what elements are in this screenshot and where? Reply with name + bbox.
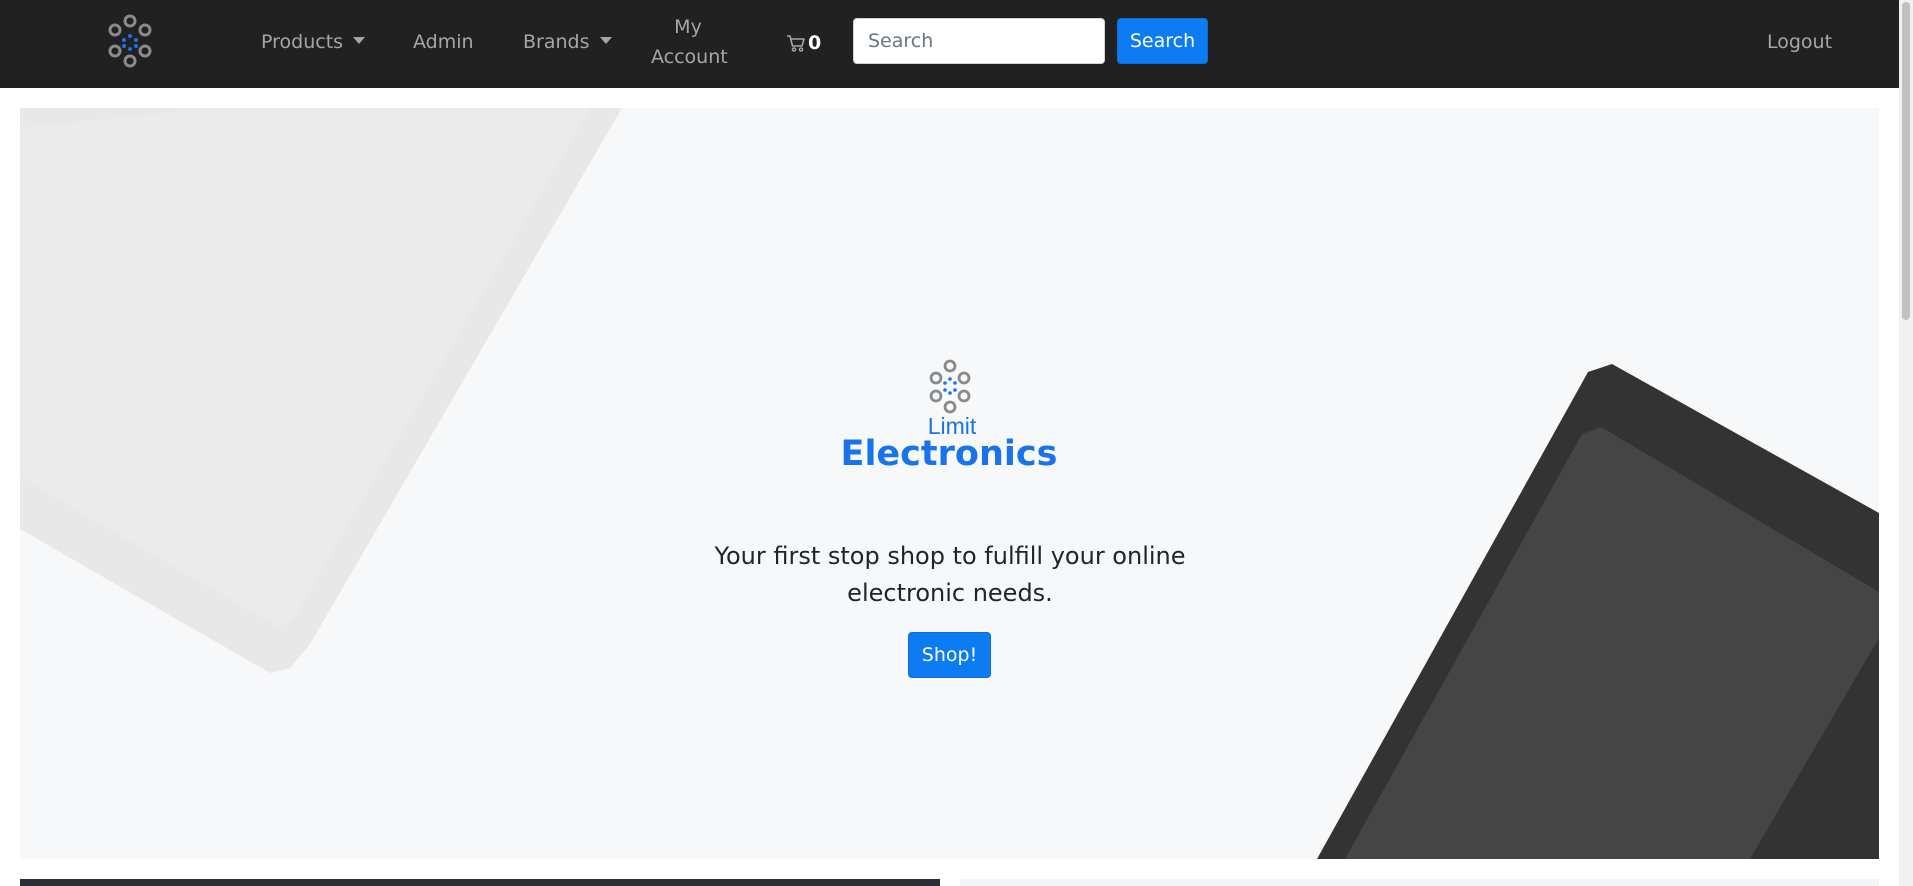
cart-icon — [787, 35, 805, 52]
scrollbar-thumb[interactable] — [1902, 2, 1910, 320]
search-input[interactable] — [853, 18, 1105, 64]
decorative-phone-dark — [1317, 364, 1879, 859]
hero-tagline: Your first stop shop to fulfill your onl… — [714, 542, 1186, 607]
nav-brands-dropdown[interactable]: Brands — [523, 27, 612, 57]
nav-brands-label: Brands — [523, 31, 590, 53]
cart-link[interactable]: 0 — [786, 28, 821, 58]
brand-logo-icon[interactable] — [99, 14, 161, 70]
nav-account-line1: My — [674, 16, 702, 38]
chevron-down-icon — [599, 37, 612, 44]
bottom-section-left — [20, 879, 940, 886]
nav-products-dropdown[interactable]: Products — [261, 27, 366, 57]
page-scrollbar[interactable] — [1899, 0, 1913, 886]
hero-banner: Limit Electronics Your first stop shop t… — [20, 108, 1879, 859]
search-button[interactable]: Search — [1117, 18, 1208, 64]
nav-admin-link[interactable]: Admin — [413, 27, 474, 57]
chevron-down-icon — [353, 37, 366, 44]
nav-products-label: Products — [261, 31, 344, 53]
nav-my-account-link[interactable]: My Account — [651, 12, 728, 72]
nav-account-line2: Account — [651, 46, 728, 68]
logout-link[interactable]: Logout — [1767, 27, 1832, 57]
bottom-section-right — [960, 879, 1879, 886]
cart-count: 0 — [808, 32, 822, 54]
navbar: Products Admin Brands My Account 0 Searc… — [0, 0, 1899, 88]
shop-button[interactable]: Shop! — [908, 632, 991, 678]
